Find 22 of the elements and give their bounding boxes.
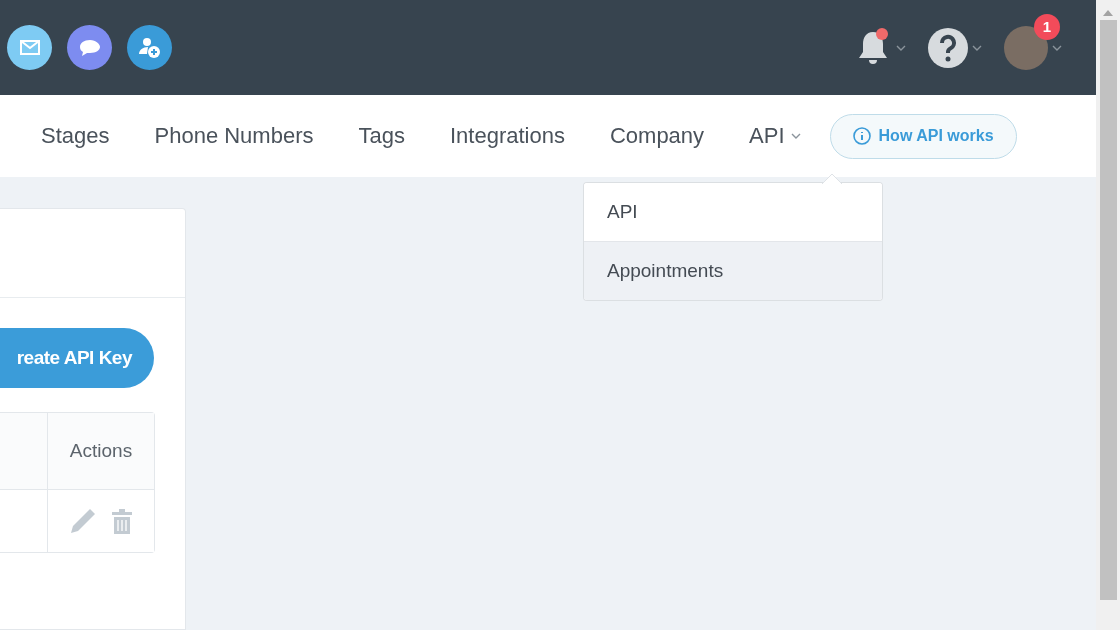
nav-link[interactable]: Tags [358,123,405,150]
nav-link[interactable]: Phone Numbers [154,123,314,150]
info-icon [852,127,871,146]
mail-button[interactable] [7,25,52,71]
mail-icon [19,40,40,56]
chevron-down-icon [972,44,982,51]
notification-badge: 1 [1034,13,1060,40]
nav-link[interactable]: Integrations [449,123,565,150]
nav-link[interactable]: Company [609,123,705,150]
chat-icon [78,38,101,57]
chevron-down-icon [790,133,801,140]
add-user-icon [137,36,162,59]
chevron-down-icon [1052,44,1062,51]
help-icon[interactable] [928,27,968,68]
column-header: Actions [48,413,154,490]
menu-item[interactable]: Appointments [584,241,882,300]
add-user-button[interactable] [127,25,172,71]
nav-menu[interactable]: API [749,123,801,150]
nav-link[interactable]: Stages [41,123,110,150]
chat-button[interactable] [67,25,112,71]
chevron-down-icon [896,44,906,51]
scrollbar[interactable] [1096,0,1120,630]
